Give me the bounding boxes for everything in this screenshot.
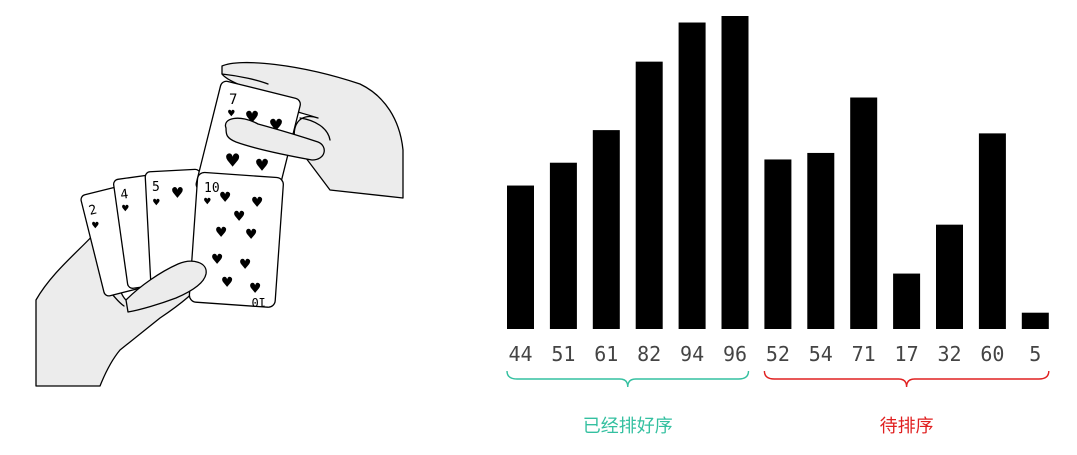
svg-text:♥: ♥ [212, 250, 223, 270]
bar [936, 224, 963, 329]
figure-canvas: 2 ♥ 4 ♥ 5 ♥ ♥ 7 ♥ ♥ ♥ ♥ ♥ 10 ♥ ♥ ♥ ♥ ♥ ♥… [35, 16, 1050, 437]
svg-text:♥: ♥ [220, 188, 231, 208]
svg-text:♥: ♥ [246, 225, 257, 245]
bar-value-label: 60 [980, 342, 1004, 366]
bar [764, 159, 792, 329]
svg-text:♥: ♥ [216, 223, 227, 243]
bar [549, 162, 577, 329]
bar-value-label: 52 [766, 342, 790, 366]
bar-value-label: 94 [680, 342, 704, 366]
svg-text:7: 7 [229, 92, 237, 108]
bar [807, 152, 835, 329]
group-label: 待排序 [880, 416, 934, 437]
bar [678, 22, 706, 329]
value-labels: 44 51 61 82 94 96 52 54 71 17 32 60 5 [508, 342, 1041, 366]
bar [1021, 312, 1049, 329]
bar-value-label: 17 [895, 342, 919, 366]
bar [850, 97, 878, 330]
svg-text:♥: ♥ [92, 219, 99, 232]
bar-value-label: 44 [508, 342, 532, 366]
svg-text:10: 10 [204, 181, 220, 196]
group-bracket [763, 370, 1050, 388]
bar-value-label: 71 [852, 342, 876, 366]
svg-text:10: 10 [252, 295, 266, 309]
insertion-sort-figure: 2 ♥ 4 ♥ 5 ♥ ♥ 7 ♥ ♥ ♥ ♥ ♥ 10 ♥ ♥ ♥ ♥ ♥ ♥… [0, 0, 1077, 451]
bar-value-label: 96 [723, 342, 747, 366]
bar [635, 61, 663, 329]
svg-text:♥: ♥ [240, 255, 251, 275]
svg-text:♥: ♥ [153, 196, 160, 209]
bar [893, 273, 921, 329]
bar-value-label: 82 [637, 342, 661, 366]
bar-value-label: 54 [809, 342, 833, 366]
bar-value-label: 61 [594, 342, 618, 366]
svg-text:♥: ♥ [226, 149, 240, 174]
bar-series [507, 16, 1049, 330]
card-10: 10 ♥ ♥ ♥ ♥ ♥ ♥ ♥ ♥ ♥ ♥ 10 [188, 171, 284, 309]
svg-text:♥: ♥ [234, 207, 245, 227]
bar-value-label: 51 [551, 342, 575, 366]
hand-with-cards-illustration: 2 ♥ 4 ♥ 5 ♥ ♥ 7 ♥ ♥ ♥ ♥ ♥ 10 ♥ ♥ ♥ ♥ ♥ ♥… [35, 61, 404, 387]
bar-value-label: 5 [1029, 342, 1041, 366]
svg-text:♥: ♥ [122, 202, 129, 215]
bar [507, 185, 534, 329]
group-brackets: 已经排好序 待排序 [506, 370, 1050, 437]
svg-text:♥: ♥ [256, 153, 268, 177]
bar [721, 16, 749, 329]
svg-text:♥: ♥ [172, 183, 183, 204]
svg-text:♥: ♥ [252, 193, 263, 213]
bar [978, 133, 1006, 329]
group-label: 已经排好序 [583, 416, 673, 437]
group-bracket [506, 370, 750, 388]
svg-text:♥: ♥ [222, 273, 233, 293]
bar [592, 130, 620, 329]
svg-text:♥: ♥ [204, 195, 211, 208]
bar-value-label: 32 [937, 342, 961, 366]
svg-text:5: 5 [152, 180, 160, 195]
